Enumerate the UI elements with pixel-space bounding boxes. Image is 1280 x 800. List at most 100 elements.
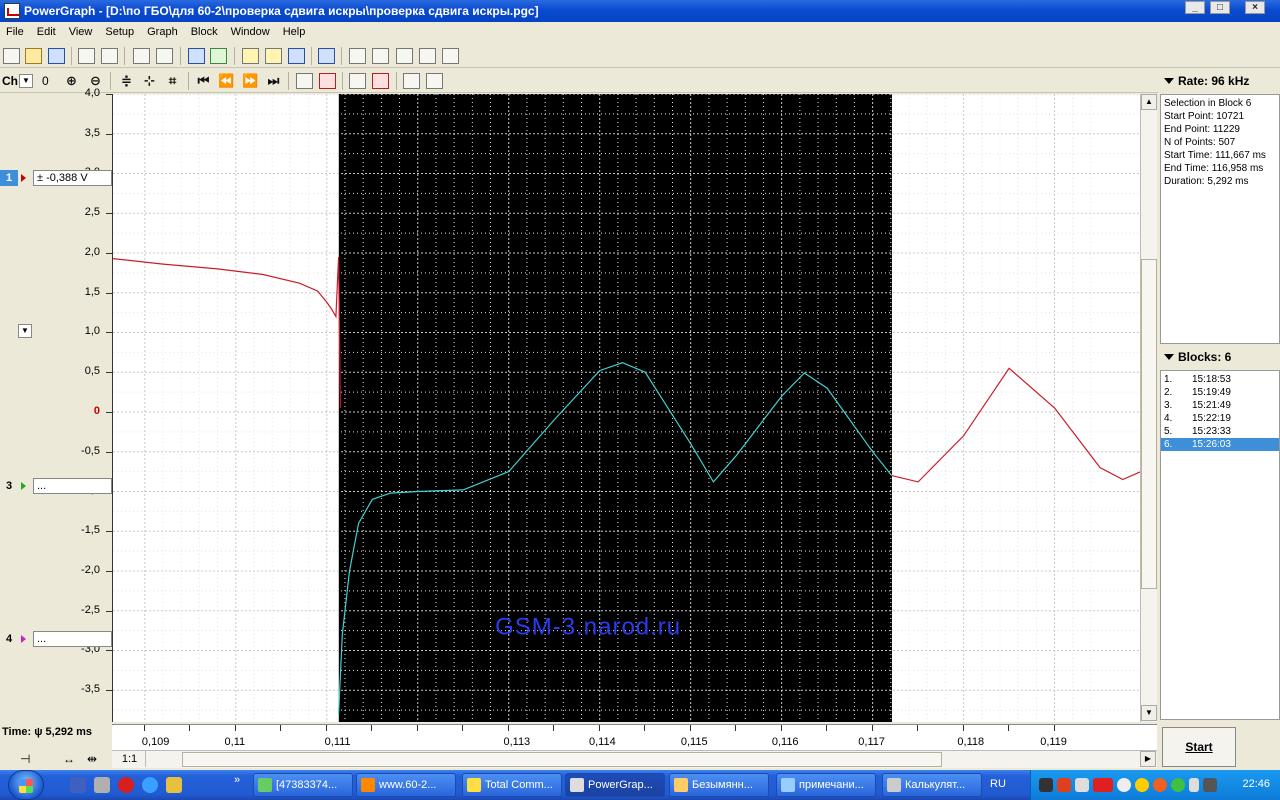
- taskbar-task[interactable]: www.60-2...: [356, 773, 456, 797]
- center-icon[interactable]: ⊹: [141, 73, 158, 89]
- channel-3-number[interactable]: 3: [0, 478, 18, 494]
- spectrum-icon[interactable]: [419, 48, 436, 64]
- copy-selection-icon[interactable]: [349, 73, 366, 89]
- paste-block-icon[interactable]: [101, 48, 118, 64]
- vertical-scrollbar[interactable]: ▲ ▼: [1140, 94, 1157, 722]
- quicklaunch-explorer-icon[interactable]: [94, 777, 110, 793]
- tray-device-icon[interactable]: [1203, 778, 1217, 792]
- restore-button[interactable]: □: [1210, 1, 1230, 14]
- view-window-icon[interactable]: [318, 48, 335, 64]
- print-preview-icon[interactable]: [156, 48, 173, 64]
- block-item[interactable]: 3. 15:21:49: [1161, 399, 1279, 412]
- monitor-icon[interactable]: [288, 48, 305, 64]
- copy-block-icon[interactable]: [78, 48, 95, 64]
- start-menu-button[interactable]: [8, 770, 44, 800]
- block-item[interactable]: 1. 15:18:53: [1161, 373, 1279, 386]
- quicklaunch-clock-icon[interactable]: [166, 777, 182, 793]
- channel-3-value[interactable]: ...: [33, 478, 112, 494]
- fast-forward-icon[interactable]: ⏩: [242, 73, 259, 89]
- taskbar-task[interactable]: примечани...: [776, 773, 876, 797]
- channel-3-row[interactable]: 3 ...: [0, 478, 112, 494]
- horizontal-scroll-thumb[interactable]: [182, 752, 942, 767]
- menu-window[interactable]: Window: [231, 26, 270, 38]
- blocks-header[interactable]: Blocks: 6: [1160, 348, 1280, 366]
- block-item[interactable]: 5. 15:23:33: [1161, 425, 1279, 438]
- menu-file[interactable]: File: [6, 26, 24, 38]
- quicklaunch-ie-icon[interactable]: [142, 777, 158, 793]
- taskbar-task[interactable]: PowerGrap...: [565, 773, 665, 797]
- fit-all-icon[interactable]: ⌗: [164, 73, 181, 89]
- delete-selection-icon[interactable]: [319, 73, 336, 89]
- block-item[interactable]: 6. 15:26:03: [1161, 438, 1279, 451]
- go-last-icon[interactable]: ⏭: [265, 73, 282, 89]
- channel-1-number[interactable]: 1: [0, 170, 18, 186]
- menu-graph[interactable]: Graph: [147, 26, 178, 38]
- zoom-in-icon[interactable]: ⊕: [63, 73, 80, 89]
- channel-1-value[interactable]: ± -0,388 V: [33, 170, 112, 186]
- tray-antivirus-icon[interactable]: [1057, 778, 1071, 792]
- hardware-icon[interactable]: [210, 48, 227, 64]
- quicklaunch-desktop-icon[interactable]: [70, 777, 86, 793]
- menu-help[interactable]: Help: [283, 26, 306, 38]
- minimize-button[interactable]: _: [1185, 1, 1205, 14]
- taskbar-task[interactable]: Калькулят...: [882, 773, 982, 797]
- zoom-ratio[interactable]: 1:1: [114, 751, 146, 767]
- tray-atp-icon[interactable]: [1093, 778, 1113, 792]
- analyze-icon[interactable]: [349, 48, 366, 64]
- channel-dropdown[interactable]: ▼: [19, 74, 33, 88]
- select-block-icon[interactable]: [296, 73, 313, 89]
- vertical-scroll-thumb[interactable]: [1141, 259, 1157, 589]
- tray-power-icon[interactable]: [1189, 778, 1199, 792]
- block-item[interactable]: 2. 15:19:49: [1161, 386, 1279, 399]
- tray-wifi-icon[interactable]: [1171, 778, 1185, 792]
- close-button[interactable]: ×: [1245, 1, 1265, 14]
- device-settings-icon[interactable]: [188, 48, 205, 64]
- compress-time-icon[interactable]: ⇹: [87, 752, 97, 766]
- channel-panel-dropdown[interactable]: ▼: [18, 324, 32, 338]
- graph-plot-area[interactable]: GSM-3.narod.ru: [112, 94, 1141, 722]
- play-record-icon[interactable]: [242, 48, 259, 64]
- waveform-chart[interactable]: GSM-3.narod.ru: [113, 94, 1141, 722]
- new-file-icon[interactable]: [3, 48, 20, 64]
- start-button[interactable]: Start: [1162, 727, 1236, 767]
- taskbar-task[interactable]: Безымянн...: [669, 773, 769, 797]
- cut-selection-icon[interactable]: [372, 73, 389, 89]
- pin-icon[interactable]: ⊣: [20, 752, 30, 766]
- tray-status-icon[interactable]: [1117, 778, 1131, 792]
- language-indicator[interactable]: RU: [990, 778, 1006, 790]
- print-icon[interactable]: [133, 48, 150, 64]
- channel-4-number[interactable]: 4: [0, 631, 18, 647]
- histogram-icon[interactable]: [442, 48, 459, 64]
- menu-setup[interactable]: Setup: [105, 26, 134, 38]
- blocks-list[interactable]: 1. 15:18:53 2. 15:19:49 3. 15:21:49 4. 15:22:19…: [1160, 370, 1280, 720]
- channel-4-value[interactable]: ...: [33, 631, 112, 647]
- waveform-icon[interactable]: [396, 48, 413, 64]
- tray-firefox-icon[interactable]: [1153, 778, 1167, 792]
- scroll-down-button[interactable]: ▼: [1141, 705, 1157, 721]
- clock[interactable]: 22:46: [1242, 778, 1270, 790]
- tray-volume-icon[interactable]: [1075, 778, 1089, 792]
- menu-edit[interactable]: Edit: [37, 26, 56, 38]
- expand-left-icon[interactable]: [403, 73, 420, 89]
- rate-dropdown-icon[interactable]: [1164, 78, 1174, 84]
- block-item[interactable]: 4. 15:22:19: [1161, 412, 1279, 425]
- expand-right-icon[interactable]: [426, 73, 443, 89]
- quicklaunch-more-icon[interactable]: »: [234, 774, 240, 786]
- taskbar-task[interactable]: Total Comm...: [462, 773, 562, 797]
- rate-header[interactable]: Rate: 96 kHz: [1160, 72, 1280, 90]
- blocks-dropdown-icon[interactable]: [1164, 354, 1174, 360]
- scroll-right-button[interactable]: ▶: [1140, 751, 1156, 767]
- scroll-up-button[interactable]: ▲: [1141, 94, 1157, 110]
- fft-icon[interactable]: [372, 48, 389, 64]
- menu-block[interactable]: Block: [191, 26, 218, 38]
- quicklaunch-opera-icon[interactable]: [118, 777, 134, 793]
- tray-update-icon[interactable]: [1135, 778, 1149, 792]
- channel-4-row[interactable]: 4 ...: [0, 631, 112, 647]
- menu-view[interactable]: View: [69, 26, 93, 38]
- channel-1-row[interactable]: 1 ± -0,388 V: [0, 170, 112, 186]
- taskbar-task[interactable]: [47383374...: [253, 773, 353, 797]
- save-icon[interactable]: [48, 48, 65, 64]
- open-folder-icon[interactable]: [25, 48, 42, 64]
- vertical-fit-icon[interactable]: ≑: [118, 73, 135, 89]
- horizontal-scrollbar[interactable]: ▶: [112, 750, 1157, 768]
